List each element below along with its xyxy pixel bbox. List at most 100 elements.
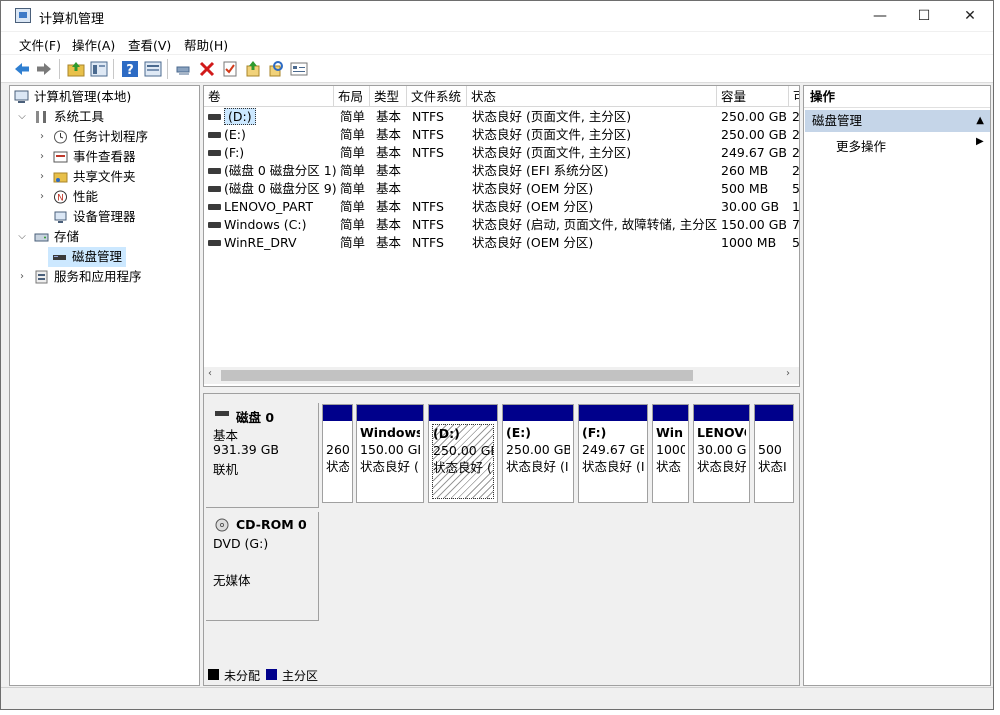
partition-block[interactable]: Win 1000 状态 [652, 404, 689, 503]
minimize-button[interactable]: — [857, 1, 903, 31]
partition-details: 260 状态 [326, 424, 349, 499]
menu-file[interactable]: 文件(F) [19, 35, 61, 54]
column-header-capacity[interactable]: 容量 [717, 86, 789, 107]
partition-block[interactable]: Windows 150.00 GE 状态良好 ( [356, 404, 424, 503]
tree-item-shared-folders[interactable]: › 共享文件夹 [10, 167, 199, 187]
partition-block[interactable]: (F:) 249.67 GB 状态良好 (I [578, 404, 648, 503]
volume-status: 状态良好 (OEM 分区) [472, 235, 594, 250]
partition-size: 250.00 GB [506, 442, 570, 457]
partition-block[interactable]: (E:) 250.00 GB 状态良好 (I [502, 404, 574, 503]
partition-type-bar [323, 405, 352, 421]
table-row[interactable]: (磁盘 0 磁盘分区 9) 简单 基本 状态良好 (OEM 分区) 500 MB 5 [204, 180, 799, 198]
horizontal-scrollbar[interactable]: ‹ › [204, 367, 799, 384]
volume-fs: NTFS [412, 199, 444, 214]
search-icon[interactable] [267, 60, 285, 78]
tree-item-event-viewer[interactable]: › 事件查看器 [10, 147, 199, 167]
tree-item-root[interactable]: 计算机管理(本地) [10, 87, 199, 107]
table-row[interactable]: Windows (C:) 简单 基本 NTFS 状态良好 (启动, 页面文件, 故障转储… [204, 216, 799, 234]
partition-block[interactable]: 500 状态I [754, 404, 794, 503]
chevron-right-icon[interactable]: › [16, 267, 28, 287]
table-row[interactable]: LENOVO_PART 简单 基本 NTFS 状态良好 (OEM 分区) 30.00 GB… [204, 198, 799, 216]
computer-management-icon [14, 90, 29, 103]
partition-block[interactable]: (D:) 250.00 GB 状态良好 (I [428, 404, 498, 503]
checklist-icon[interactable] [221, 60, 239, 78]
title-bar: 计算机管理 — ☐ ✕ [1, 1, 993, 31]
maximize-button[interactable]: ☐ [901, 1, 947, 31]
chevron-right-icon[interactable]: › [36, 167, 48, 187]
list-view-icon[interactable] [290, 60, 308, 78]
volume-capacity: 1000 MB [721, 235, 777, 250]
close-button[interactable]: ✕ [947, 1, 993, 31]
collapse-up-icon[interactable]: ▲ [976, 110, 984, 132]
partition-block[interactable]: LENOVO 30.00 GE 状态良好 [693, 404, 750, 503]
performance-icon: N [54, 190, 67, 204]
partition-status: 状态良好 ( [360, 459, 419, 474]
cdrom0-label[interactable]: CD-ROM 0 DVD (G:) 无媒体 [206, 512, 319, 621]
menu-action[interactable]: 操作(A) [72, 35, 115, 54]
tree-item-disk-management[interactable]: 磁盘管理 [48, 247, 126, 267]
tree-item-services[interactable]: › 服务和应用程序 [10, 267, 199, 287]
cdrom0-area [320, 512, 799, 621]
volume-capacity: 500 MB [721, 181, 769, 196]
partition-size: 260 [326, 442, 349, 457]
show-hide-tree-icon[interactable] [90, 60, 108, 78]
chevron-right-icon[interactable]: › [36, 147, 48, 167]
volume-fs [412, 180, 467, 198]
table-row[interactable]: (E:) 简单 基本 NTFS 状态良好 (页面文件, 主分区) 250.00 GB 2 [204, 126, 799, 144]
table-row[interactable]: (D:) 简单 基本 NTFS 状态良好 (页面文件, 主分区) 250.00 GB 2 [204, 108, 800, 126]
scroll-right-icon[interactable]: › [786, 368, 790, 379]
volume-icon [208, 204, 221, 210]
volume-type: 基本 [376, 109, 402, 124]
table-row[interactable]: (磁盘 0 磁盘分区 1) 简单 基本 状态良好 (EFI 系统分区) 260 MB 2 [204, 162, 799, 180]
forward-arrow-icon[interactable] [35, 60, 53, 78]
up-folder-icon[interactable] [67, 60, 85, 78]
disk-icon [215, 411, 229, 416]
services-icon [35, 270, 48, 284]
volume-status: 状态良好 (启动, 页面文件, 故障转储, 主分区) [472, 217, 717, 232]
column-header-status[interactable]: 状态 [467, 86, 717, 107]
tree-item-system-tools[interactable]: ⌵ 系统工具 [10, 107, 199, 127]
column-header-type[interactable]: 类型 [370, 86, 407, 107]
volume-name: (E:) [224, 127, 246, 142]
partition-status: 状态良好 (I [506, 459, 569, 474]
more-actions[interactable]: 更多操作 [836, 136, 886, 155]
actions-section-disk-management[interactable]: 磁盘管理 ▲ [805, 110, 990, 132]
menu-help[interactable]: 帮助(H) [184, 35, 228, 54]
import-icon[interactable] [244, 60, 262, 78]
computer-management-icon [15, 8, 31, 23]
scrollbar-thumb[interactable] [221, 370, 693, 381]
svg-text:?: ? [126, 63, 134, 78]
menu-view[interactable]: 查看(V) [128, 35, 171, 54]
chevron-right-icon[interactable]: › [36, 187, 48, 207]
volume-capacity: 30.00 GB [721, 199, 780, 214]
help-icon[interactable]: ? [121, 60, 139, 78]
column-header-layout[interactable]: 布局 [334, 86, 370, 107]
column-header-volume[interactable]: 卷 [204, 86, 334, 107]
properties-icon[interactable] [144, 60, 162, 78]
disk0-size: 931.39 GB [213, 442, 279, 457]
tree-item-task-scheduler[interactable]: › 任务计划程序 [10, 127, 199, 147]
partition-details: LENOVO 30.00 GE 状态良好 [697, 424, 746, 499]
chevron-down-icon[interactable]: ⌵ [16, 227, 28, 247]
table-row[interactable]: WinRE_DRV 简单 基本 NTFS 状态良好 (OEM 分区) 1000 MB 5 [204, 234, 799, 252]
table-row[interactable]: (F:) 简单 基本 NTFS 状态良好 (页面文件, 主分区) 249.67 GB 2 [204, 144, 799, 162]
tree-item-storage[interactable]: ⌵ 存储 [10, 227, 199, 247]
disk0-label[interactable]: 磁盘 0 基本 931.39 GB 联机 [206, 403, 319, 508]
volume-type: 基本 [376, 145, 402, 160]
partition-block[interactable]: 260 状态 [322, 404, 353, 503]
back-arrow-icon[interactable] [13, 60, 31, 78]
column-header-filesystem[interactable]: 文件系统 [407, 86, 467, 107]
connect-icon[interactable] [175, 60, 193, 78]
tree-item-performance[interactable]: › N 性能 [10, 187, 199, 207]
chevron-down-icon[interactable]: ⌵ [16, 107, 28, 127]
volume-icon [208, 114, 221, 120]
device-manager-icon [54, 211, 67, 223]
column-header-free[interactable]: 可 [789, 86, 799, 107]
chevron-right-icon[interactable]: › [36, 127, 48, 147]
partition-type-bar [579, 405, 647, 421]
tree-item-device-manager[interactable]: 设备管理器 [10, 207, 199, 227]
delete-icon[interactable] [198, 60, 216, 78]
scroll-left-icon[interactable]: ‹ [208, 368, 212, 379]
volume-status: 状态良好 (页面文件, 主分区) [472, 127, 632, 142]
volume-free: 2 [792, 109, 800, 124]
